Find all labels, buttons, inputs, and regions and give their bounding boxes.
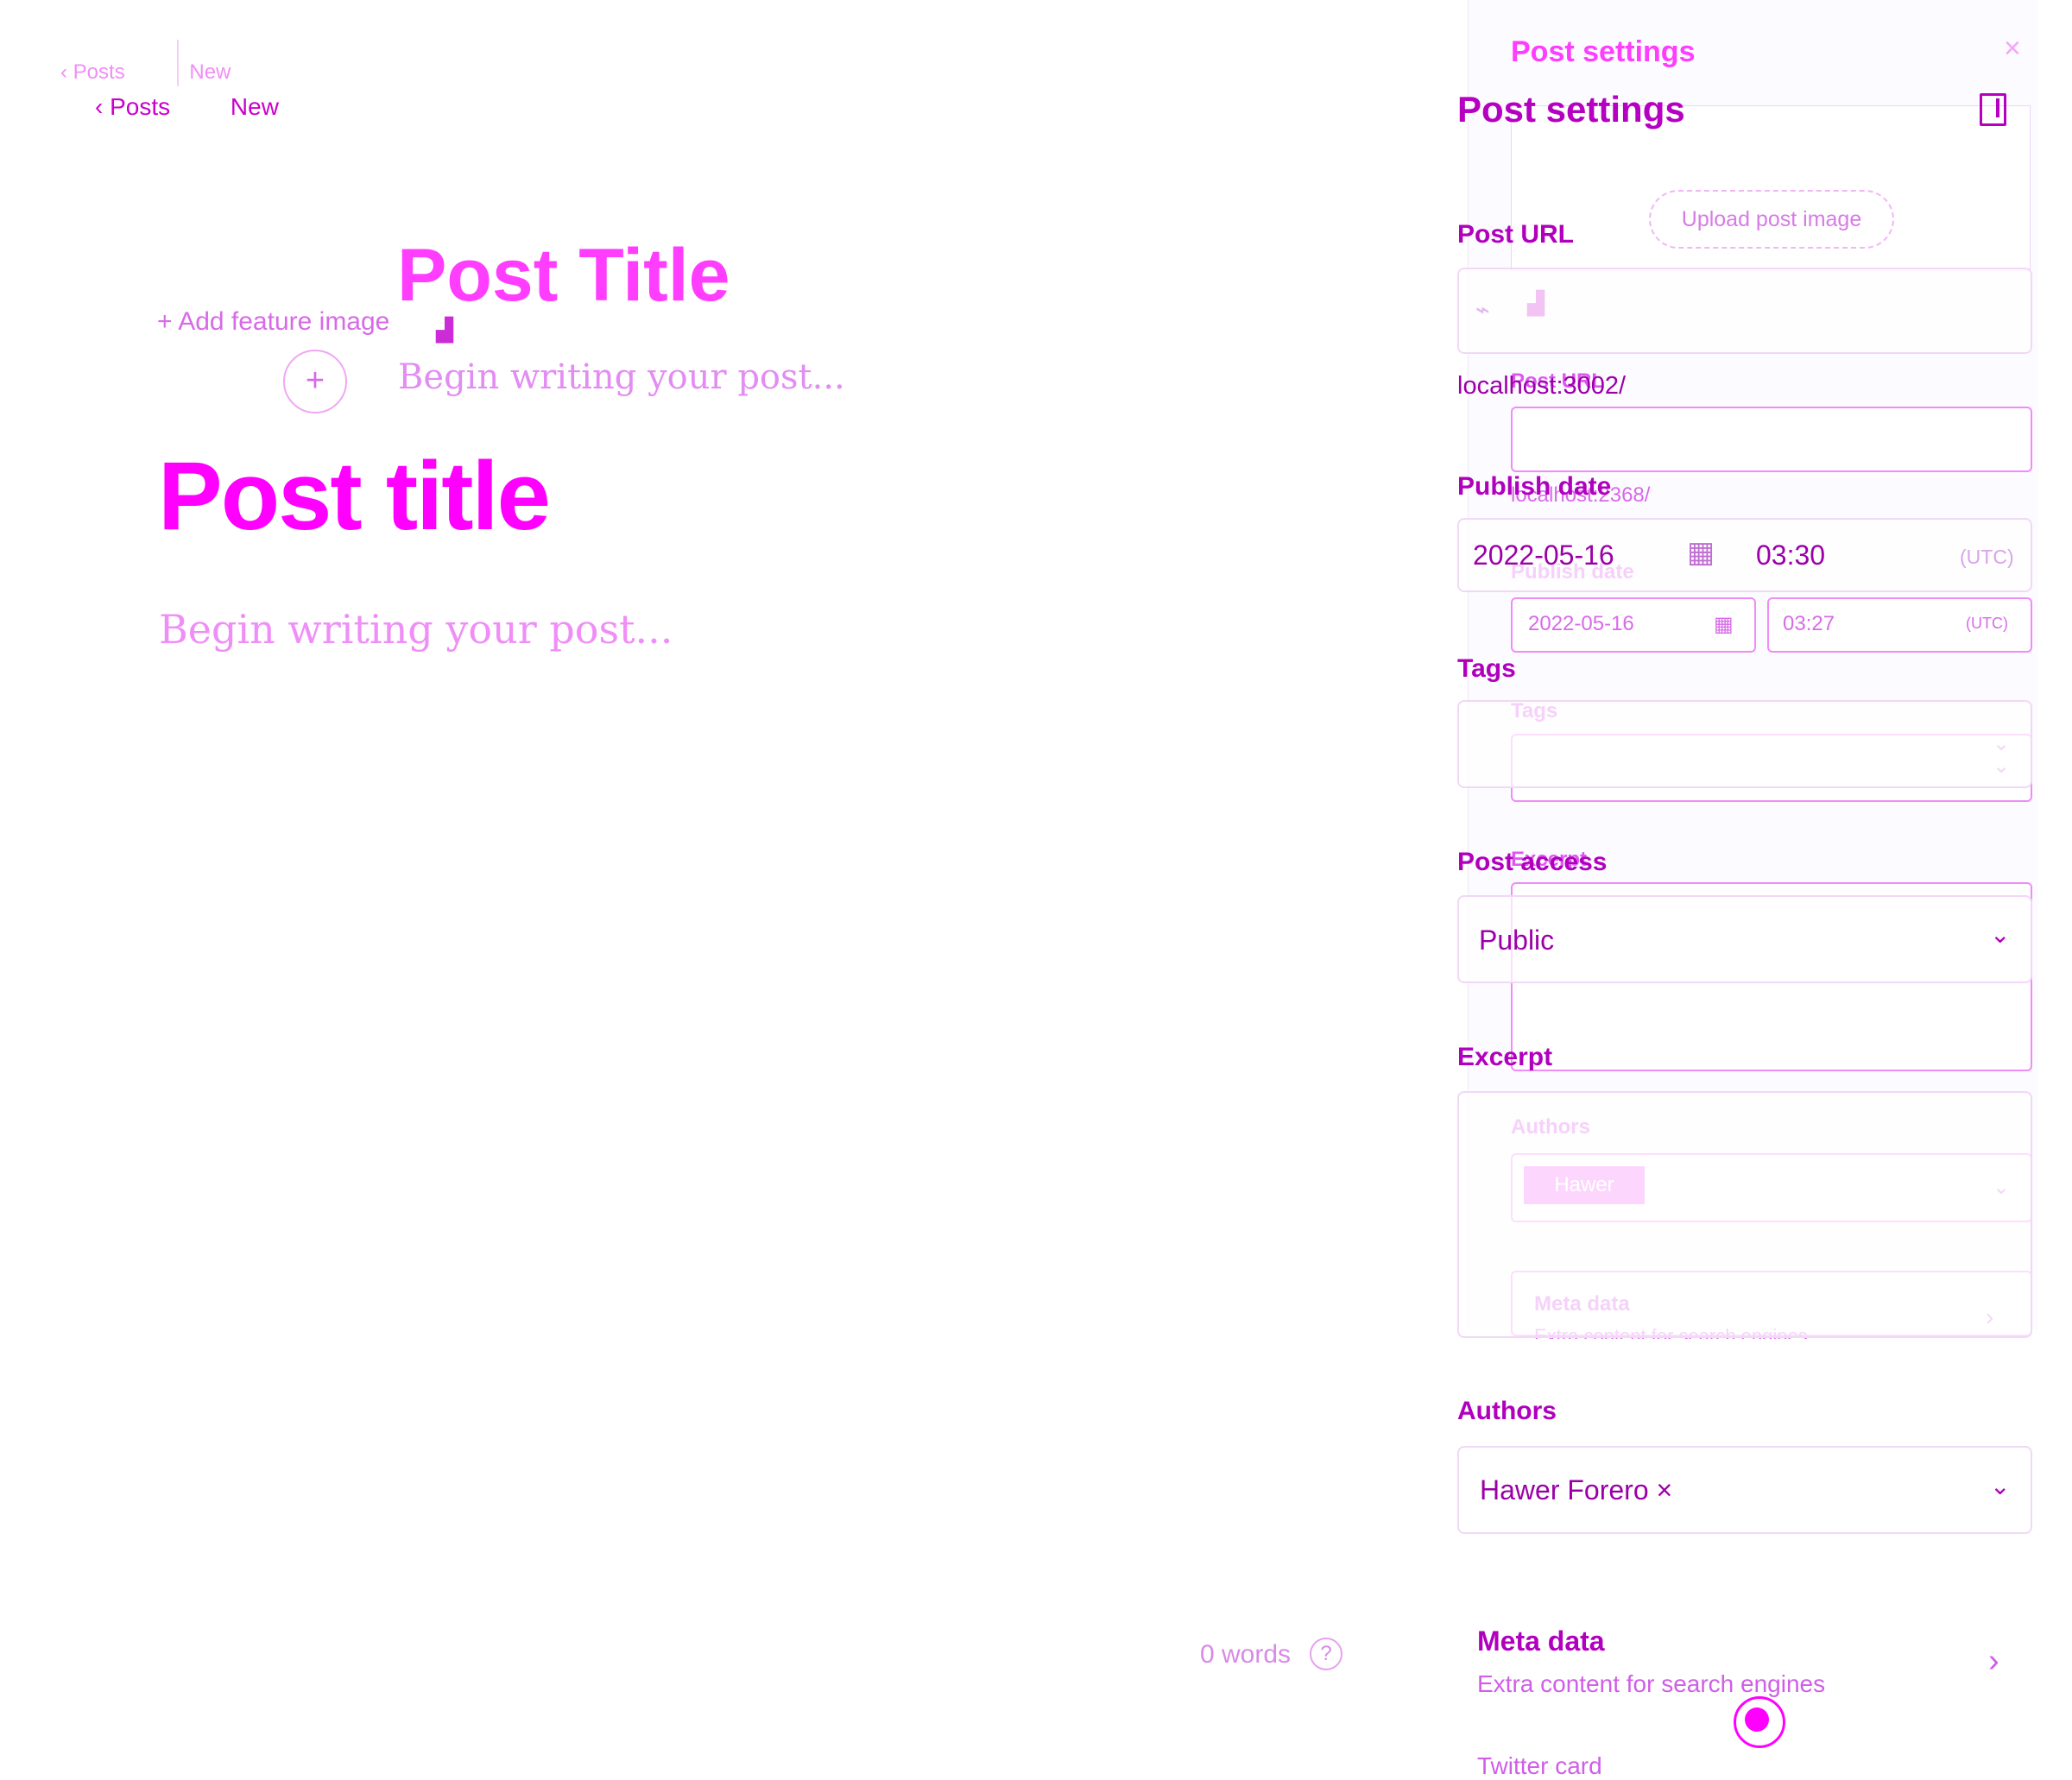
ghost-date-value: 2022-05-16 (1528, 612, 1634, 635)
chevron-down-icon[interactable]: ⌄ (1990, 920, 2010, 949)
ghost-share-icon: ▟ (436, 317, 453, 343)
authors-chevron-down-icon[interactable]: ⌄ (1990, 1472, 2010, 1500)
post-title-input[interactable]: Post title (158, 440, 551, 552)
breadcrumb: ‹ Posts New (95, 93, 279, 121)
ghost-time-value: 03:27 (1783, 612, 1835, 635)
chevron-right-icon[interactable]: › (1988, 1643, 1999, 1680)
ghost-post-url-field (1511, 407, 2032, 472)
tags-input[interactable] (1457, 700, 2032, 788)
excerpt-label: Excerpt (1457, 1043, 1553, 1071)
post-url-label: Post URL (1457, 220, 1574, 249)
breadcrumb-posts[interactable]: Posts (110, 93, 170, 120)
ghost-breadcrumb-back: Posts (73, 60, 125, 84)
publish-date-value: 2022-05-16 (1473, 540, 1614, 571)
author-name: Hawer Forero (1480, 1474, 1649, 1505)
post-url-field[interactable] (1457, 268, 2032, 354)
ghost-date-field (1511, 597, 1756, 653)
post-settings-title: Post settings (1457, 89, 1685, 129)
sidebar-toggle-icon[interactable] (1980, 93, 2006, 126)
ghost-sidebar-title: Post settings (1511, 35, 1696, 68)
word-count: 0 words (1200, 1640, 1292, 1669)
ghost-upload-button: Upload post image (1649, 190, 1894, 249)
ghost-calendar-icon: ▦ (1714, 613, 1734, 636)
post-access-label: Post access (1457, 848, 1608, 876)
excerpt-textarea[interactable] (1457, 1091, 2032, 1338)
ghost-post-title: Post Title (397, 234, 730, 317)
meta-data-subtitle: Extra content for search engines (1477, 1670, 1826, 1697)
remove-author-icon[interactable]: × (1657, 1474, 1673, 1505)
ghost-time-field (1767, 597, 2032, 653)
utc-label: (UTC) (1960, 546, 2014, 568)
ghost-add-feature: + Add feature image (157, 307, 390, 336)
post-access-value: Public (1479, 925, 1555, 956)
meta-data-title[interactable]: Meta data (1477, 1625, 1605, 1657)
breadcrumb-current: New (230, 93, 279, 120)
help-icon[interactable]: ? (1310, 1638, 1342, 1670)
post-body-editor[interactable]: Begin writing your post... (159, 606, 673, 653)
ghost-body-placeholder: Begin writing your post... (398, 357, 845, 397)
ghost-close-icon: × (2004, 32, 2021, 65)
publish-time-value[interactable]: 03:30 (1756, 540, 1825, 571)
ghost-breadcrumb: ‹ Posts New (60, 40, 231, 86)
ghost-utc-label: (UTC) (1966, 615, 2008, 632)
authors-label: Authors (1457, 1397, 1557, 1425)
twitter-card-label[interactable]: Twitter card (1477, 1752, 1602, 1780)
ghost-breadcrumb-posts: ‹ (60, 60, 73, 84)
chevron-left-icon[interactable]: ‹ (95, 93, 103, 120)
link-icon: ⌁ (1475, 296, 1490, 323)
ghost-breadcrumb-divider (177, 40, 179, 86)
ghost-breadcrumb-current: New (189, 60, 231, 84)
ghost-plus-icon: + (283, 350, 347, 413)
support-icon[interactable] (1734, 1696, 1785, 1748)
post-url-preview: localhost:3002/ (1457, 372, 1627, 400)
author-token[interactable]: Hawer Forero × (1480, 1474, 1672, 1506)
publish-date-label: Publish date (1457, 472, 1612, 501)
tags-label: Tags (1457, 654, 1516, 683)
calendar-icon[interactable]: ▦ (1687, 535, 1715, 570)
